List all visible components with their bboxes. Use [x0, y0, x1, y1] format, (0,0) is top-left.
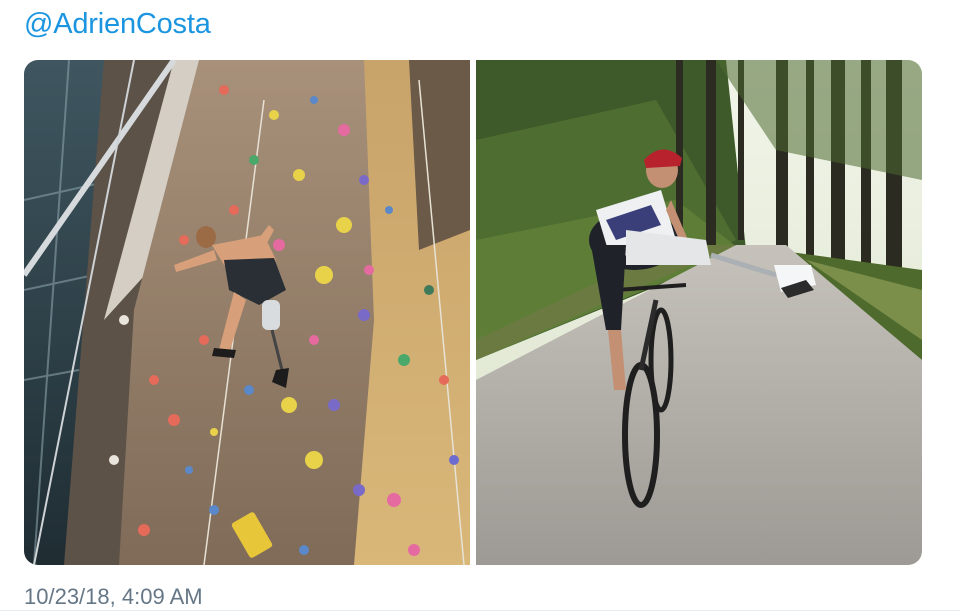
- tweet-media-grid: [24, 60, 922, 565]
- cycling-photo[interactable]: [476, 60, 922, 565]
- climbing-photo[interactable]: [24, 60, 470, 565]
- bottom-divider: [0, 610, 960, 611]
- tweet-timestamp[interactable]: 10/23/18, 4:09 AM: [24, 584, 203, 610]
- user-handle-link[interactable]: @AdrienCosta: [24, 8, 211, 41]
